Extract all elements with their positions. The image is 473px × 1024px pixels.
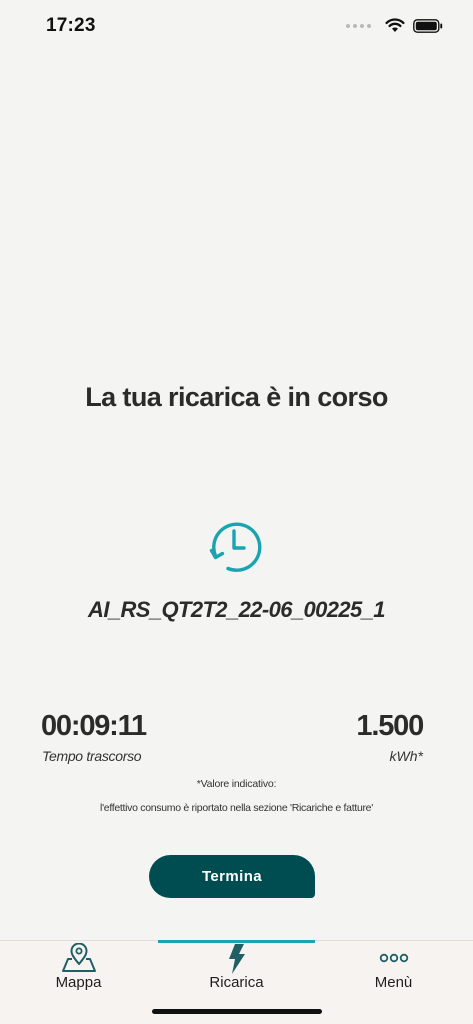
indicative-value-note: *Valore indicativo: xyxy=(196,778,277,790)
tab-label-menu: Menù xyxy=(374,974,413,991)
energy-unit: kWh* xyxy=(389,748,423,764)
charging-screen: 17:23 La tua ricarica è in corso AI_RS_Q… xyxy=(0,0,473,1024)
wifi-icon xyxy=(385,18,405,32)
elapsed-time-label: Tempo trascorso xyxy=(42,748,142,764)
session-id: AI_RS_QT2T2_22-06_00225_1 xyxy=(88,597,385,622)
tab-label-mappa: Mappa xyxy=(55,974,102,991)
battery-icon xyxy=(413,18,443,33)
energy-value: 1.500 xyxy=(356,710,424,742)
tab-mappa[interactable]: Mappa xyxy=(0,941,157,1001)
status-icons xyxy=(346,18,443,33)
home-indicator[interactable] xyxy=(152,1009,322,1014)
end-charge-button[interactable]: Termina xyxy=(149,855,315,898)
tab-ricarica[interactable]: Ricarica xyxy=(158,941,315,1001)
lightning-bolt-icon xyxy=(228,944,245,974)
signal-icon xyxy=(346,23,371,28)
more-dots-icon xyxy=(379,953,408,963)
status-bar: 17:23 xyxy=(0,0,473,52)
tab-label-ricarica: Ricarica xyxy=(209,974,264,991)
tab-menu[interactable]: Menù xyxy=(315,941,472,1001)
map-pin-icon xyxy=(61,943,96,972)
consumption-note: l'effettivo consumo è riportato nella se… xyxy=(100,802,373,814)
page-title: La tua ricarica è in corso xyxy=(85,382,388,412)
clock-history-icon xyxy=(209,522,262,572)
status-time: 17:23 xyxy=(46,15,96,36)
elapsed-time-value: 00:09:11 xyxy=(41,710,147,742)
